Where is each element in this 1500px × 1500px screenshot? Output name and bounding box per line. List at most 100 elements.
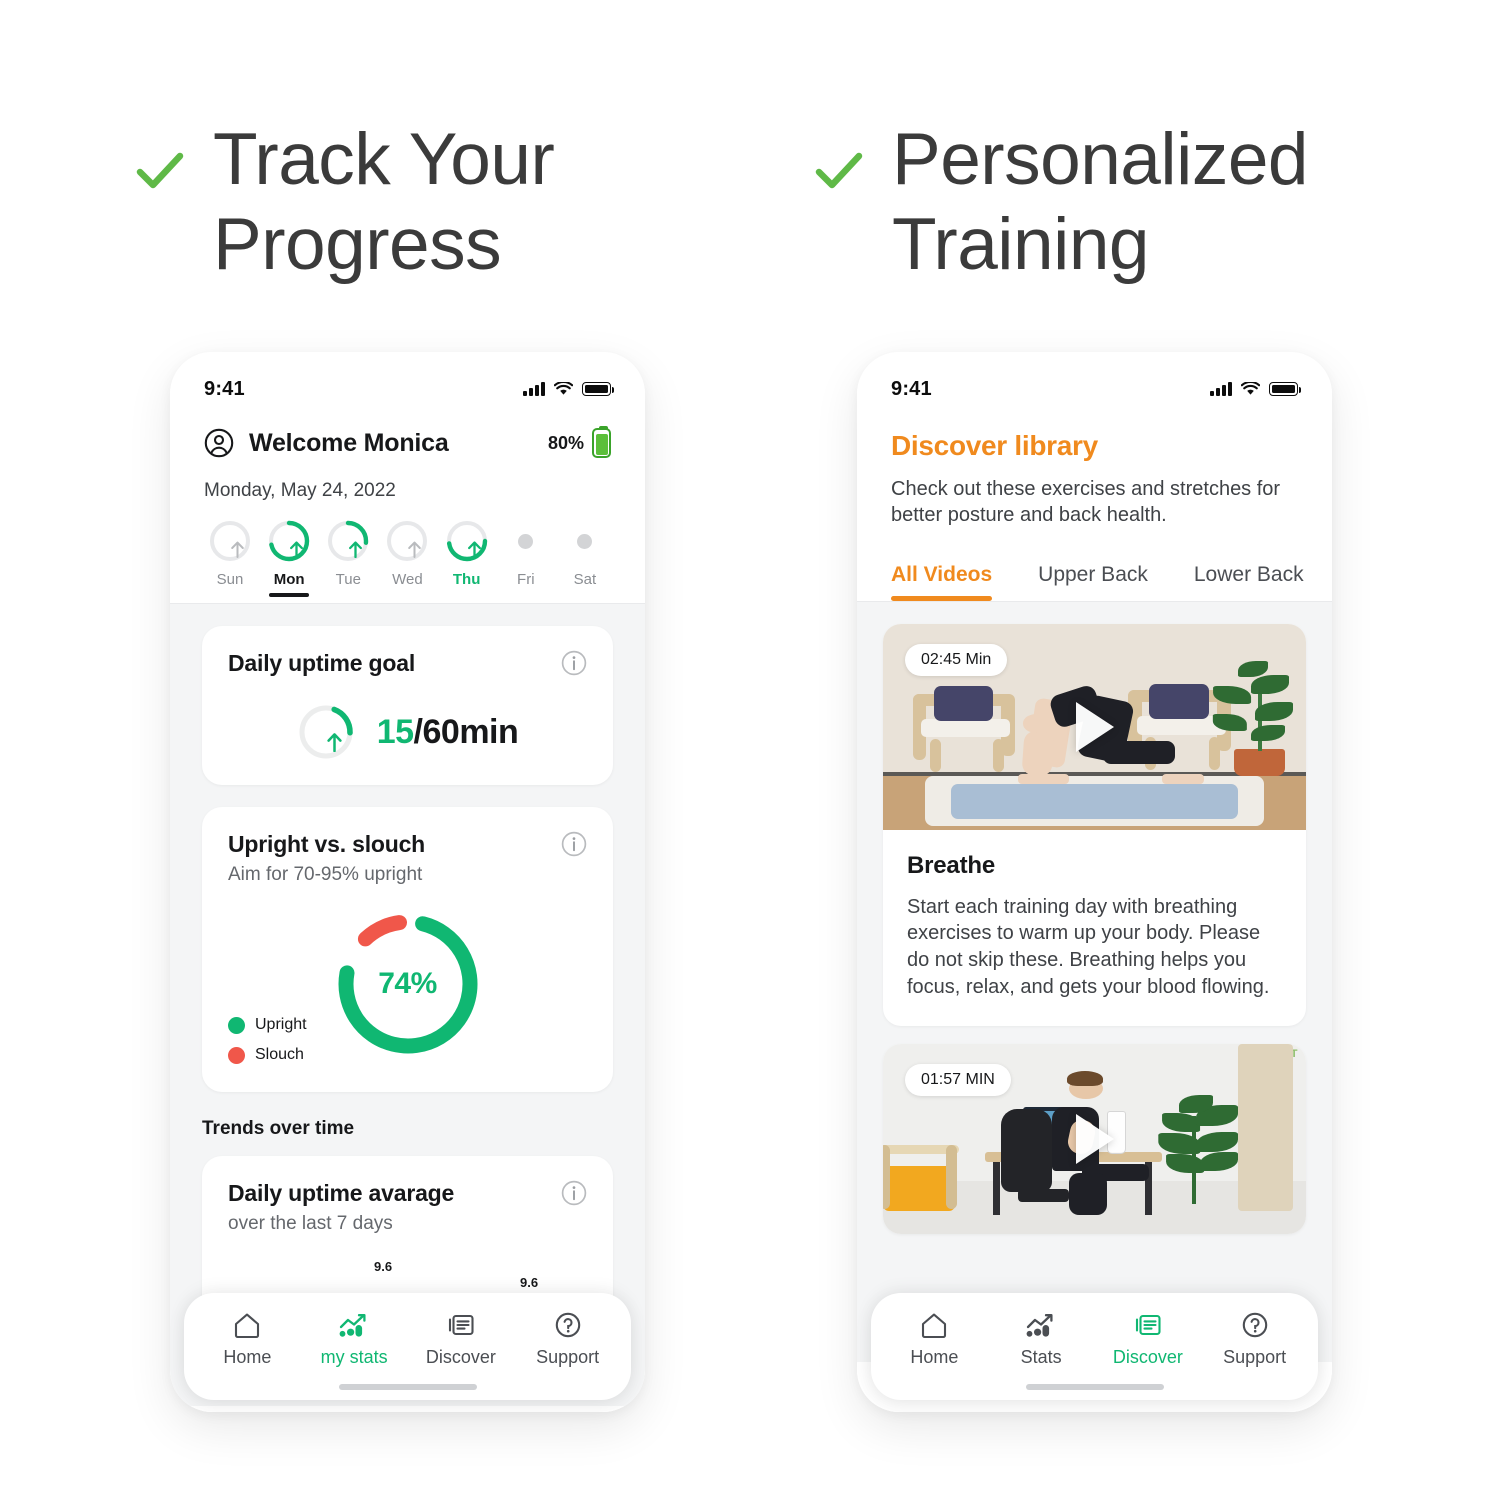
tab-label: Support xyxy=(1223,1347,1287,1367)
week-day-mon[interactable]: Mon xyxy=(263,520,315,597)
phone-mockup-stats: 9:41 Welcome Monica 80% Monday, May 24, … xyxy=(170,352,645,1412)
battery-icon xyxy=(582,382,615,396)
info-icon[interactable] xyxy=(561,831,587,857)
week-day-fri[interactable]: Fri xyxy=(500,520,552,597)
card-title: Daily uptime avarage xyxy=(228,1180,455,1206)
play-icon[interactable] xyxy=(1075,1114,1114,1165)
day-underline xyxy=(210,593,250,597)
daily-uptime-goal-card[interactable]: Daily uptime goal 15/60min xyxy=(202,626,613,785)
tab-support[interactable]: Support xyxy=(520,1311,616,1368)
goal-progress-row: 15/60min xyxy=(228,703,587,761)
day-underline xyxy=(506,593,546,597)
day-ring xyxy=(209,520,251,562)
legend-item-slouch: Slouch xyxy=(228,1046,307,1064)
feature-title-line1: Personalized xyxy=(892,119,1309,200)
video-card-second[interactable]: UPRIGHT xyxy=(883,1044,1306,1235)
video-card-body: Breathe Start each training day with bre… xyxy=(883,830,1306,1026)
day-ring xyxy=(446,520,488,562)
tab-all-videos[interactable]: All Videos xyxy=(891,563,993,601)
bar-value-label: 9.6 xyxy=(520,1275,539,1290)
legend-color-swatch xyxy=(228,1046,245,1064)
battery-percent: 80% xyxy=(547,432,584,453)
video-card-breathe[interactable]: 02:45 Min Breathe Start each training da… xyxy=(883,623,1306,1027)
account-circle-icon[interactable] xyxy=(204,428,234,458)
tab-discover[interactable]: Discover xyxy=(413,1311,509,1368)
cellular-signal-icon xyxy=(523,382,545,396)
tab-home[interactable]: Home xyxy=(199,1311,295,1368)
home-indicator[interactable] xyxy=(1025,1384,1164,1390)
video-duration-badge: 01:57 MIN xyxy=(905,1064,1011,1097)
tab-home[interactable]: Home xyxy=(886,1311,982,1368)
status-bar: 9:41 xyxy=(857,352,1332,404)
page-root: Track Your Progress Personalized Trainin… xyxy=(0,0,1500,1500)
welcome-left: Welcome Monica xyxy=(204,428,449,458)
tab-label: Discover xyxy=(425,1347,496,1367)
upright-vs-slouch-card[interactable]: Upright vs. slouch Aim for 70-95% uprigh… xyxy=(202,807,613,1092)
video-title: Breathe xyxy=(907,851,995,879)
video-thumbnail[interactable]: 02:45 Min xyxy=(883,623,1306,830)
status-bar: 9:41 xyxy=(170,352,645,404)
tab-lower-back[interactable]: Lower Back xyxy=(1194,563,1304,601)
home-icon xyxy=(232,1311,262,1339)
card-subtitle: Aim for 70-95% upright xyxy=(228,864,423,885)
feature-track-progress: Track Your Progress xyxy=(133,118,733,287)
tab-discover[interactable]: Discover xyxy=(1100,1311,1196,1368)
tab-list: Home my stats Discover Support xyxy=(194,1311,621,1368)
discover-icon xyxy=(446,1311,476,1339)
goal-ring xyxy=(297,703,355,761)
tab-support[interactable]: Support xyxy=(1207,1311,1303,1368)
day-label: Thu xyxy=(452,571,481,588)
app-screen-my-stats: 9:41 Welcome Monica 80% Monday, May 24, … xyxy=(170,352,645,1412)
bottom-tab-bar: Home Stats Discover Support xyxy=(871,1293,1318,1400)
info-icon[interactable] xyxy=(561,1180,587,1206)
wifi-icon xyxy=(1241,382,1260,396)
play-icon[interactable] xyxy=(1075,701,1114,752)
week-day-sat[interactable]: Sat xyxy=(559,520,611,597)
info-icon[interactable] xyxy=(561,650,587,676)
day-ring xyxy=(505,520,547,562)
week-day-tue[interactable]: Tue xyxy=(322,520,374,597)
support-icon xyxy=(553,1311,583,1339)
tab-upper-back[interactable]: Upper Back xyxy=(1038,563,1148,601)
bottom-tab-bar: Home my stats Discover Support xyxy=(184,1293,631,1400)
day-underline xyxy=(387,593,427,597)
home-indicator[interactable] xyxy=(338,1384,477,1390)
legend-item-upright: Upright xyxy=(228,1016,307,1034)
day-underline xyxy=(447,593,487,597)
video-list[interactable]: 02:45 Min Breathe Start each training da… xyxy=(857,601,1332,1362)
stats-icon xyxy=(1025,1311,1057,1339)
page-title: Discover library xyxy=(891,430,1098,461)
feature-title: Track Your Progress xyxy=(213,118,555,287)
feature-title-line1: Track Your xyxy=(213,119,555,200)
day-ring xyxy=(327,520,369,562)
week-strip: Sun Mon Tue Wed Thu Fri Sat xyxy=(204,520,611,601)
card-heading-group: Daily uptime avarage over the last 7 day… xyxy=(228,1180,454,1235)
video-thumbnail[interactable]: UPRIGHT xyxy=(883,1044,1306,1235)
status-time: 9:41 xyxy=(204,377,245,400)
status-time: 9:41 xyxy=(891,377,932,400)
week-day-wed[interactable]: Wed xyxy=(381,520,433,597)
video-duration-badge: 02:45 Min xyxy=(905,643,1008,676)
day-label: Fri xyxy=(517,571,535,588)
week-day-sun[interactable]: Sun xyxy=(204,520,256,597)
feature-title: Personalized Training xyxy=(892,118,1309,287)
discover-icon xyxy=(1133,1311,1163,1339)
day-label: Mon xyxy=(273,571,305,588)
goal-current: 15 xyxy=(376,712,414,751)
week-day-thu[interactable]: Thu xyxy=(441,520,493,597)
card-header: Daily uptime avarage over the last 7 day… xyxy=(228,1180,587,1235)
phone-mockup-discover: 9:41 Discover library Check out these ex… xyxy=(857,352,1332,1412)
tab-my-stats[interactable]: my stats xyxy=(306,1311,402,1368)
stats-scroll-body[interactable]: Daily uptime goal 15/60min Upright vs. s… xyxy=(170,604,645,1406)
day-ring xyxy=(386,520,428,562)
goal-separator: / xyxy=(413,712,423,751)
tab-stats[interactable]: Stats xyxy=(993,1311,1089,1368)
status-icons xyxy=(523,382,615,396)
card-title: Upright vs. slouch xyxy=(228,831,426,857)
trends-section-title: Trends over time xyxy=(202,1118,355,1139)
tab-label: Lower Back xyxy=(1193,562,1304,586)
posture-donut-chart: 74% Upright Slouch xyxy=(228,900,587,1068)
battery-icon xyxy=(1269,382,1302,396)
cellular-signal-icon xyxy=(1210,382,1232,396)
feature-personalized-training: Personalized Training xyxy=(812,118,1452,287)
